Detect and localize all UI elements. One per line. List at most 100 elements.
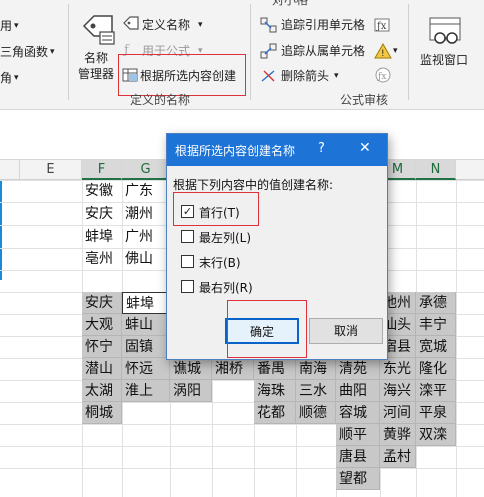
cell-G10[interactable]: 淮上 (122, 380, 170, 402)
cell-G6-active[interactable]: 蚌埠 (122, 292, 170, 314)
checkbox-bottom-row[interactable] (181, 255, 194, 268)
cell-M10[interactable]: 海兴 (380, 380, 416, 402)
column-header-N[interactable]: N (416, 160, 456, 180)
cell-G1[interactable]: 广东 (122, 180, 170, 202)
cell-L14[interactable]: 望都 (336, 468, 380, 490)
cell-L11[interactable]: 容城 (336, 402, 380, 424)
group-label-defined-names: 定义的名称 (130, 93, 191, 107)
cell-G8[interactable]: 固镇 (122, 336, 170, 358)
watch-window-button[interactable]: 监视窗口 (420, 52, 468, 68)
cell-F10[interactable]: 太湖 (82, 380, 122, 402)
create-names-dialog: 根据所选内容创建名称 ? ✕ 根据下列内容中的值创建名称: ✓ 首行(T) 最左… (166, 133, 388, 360)
cell-N12[interactable]: 双滦 (416, 424, 456, 446)
selection-edge (0, 180, 2, 280)
cell-F6[interactable]: 安庆 (82, 292, 122, 314)
dropdown-arrow-icon: ▾ (14, 21, 19, 31)
ribbon-separator (250, 4, 251, 100)
cell-L9[interactable]: 清苑 (336, 358, 380, 380)
cell-H9[interactable]: 谯城 (170, 358, 212, 380)
name-manager-label-2[interactable]: 管理器 (78, 66, 114, 82)
trace-precedents-button[interactable]: 追踪引用单元格 (281, 17, 365, 33)
option-label-left-column[interactable]: 最左列(L) (199, 229, 251, 246)
cell-N8[interactable]: 宽城 (416, 336, 456, 358)
remove-arrows-icon (261, 70, 275, 82)
cell-J11[interactable]: 花都 (254, 402, 296, 424)
cell-N9[interactable]: 隆化 (416, 358, 456, 380)
cell-F7[interactable]: 大观 (82, 314, 122, 336)
dialog-title-bar[interactable]: 根据所选内容创建名称 ? ✕ (167, 134, 387, 166)
cell-K11[interactable]: 顺德 (296, 402, 336, 424)
cell-M12[interactable]: 黄骅 (380, 424, 416, 446)
tag-icon (123, 16, 139, 30)
svg-text:!: ! (381, 49, 385, 59)
gridline (0, 468, 484, 469)
cell-F1[interactable]: 安徽 (82, 180, 122, 202)
trace-precedents-icon (260, 17, 277, 33)
cell-K10[interactable]: 三水 (296, 380, 336, 402)
cell-F3[interactable]: 蚌埠 (82, 226, 122, 248)
show-formulas-icon[interactable]: ƒx (374, 17, 392, 33)
cell-F2[interactable]: 安庆 (82, 203, 122, 225)
help-button[interactable]: ? (318, 141, 325, 156)
cell-G4[interactable]: 佛山 (122, 248, 170, 270)
cell-N11[interactable]: 平泉 (416, 402, 456, 424)
cell-M13[interactable]: 孟村 (380, 446, 416, 468)
name-manager-label-1[interactable]: 名称 (84, 50, 108, 66)
ribbon-fragment-3[interactable]: 角 (0, 70, 12, 86)
ribbon-separator (68, 4, 69, 100)
cell-N10[interactable]: 滦平 (416, 380, 456, 402)
column-header-D[interactable] (0, 160, 20, 180)
cell-M9[interactable]: 东光 (380, 358, 416, 380)
cell-G3[interactable]: 广州 (122, 226, 170, 248)
cell-F4[interactable]: 亳州 (82, 248, 122, 270)
ribbon-clipped-top-label: 对小格 (272, 0, 309, 7)
error-checking-icon[interactable]: ! (374, 43, 392, 59)
dropdown-arrow-icon: ▾ (198, 20, 203, 30)
cell-K9[interactable]: 南海 (296, 358, 336, 380)
watch-window-icon[interactable] (428, 16, 464, 48)
cell-M11[interactable]: 河间 (380, 402, 416, 424)
gridline (456, 180, 457, 497)
remove-arrows-button[interactable]: 删除箭头 (281, 68, 329, 84)
ribbon-separator (408, 4, 409, 100)
highlight-ok-button (227, 300, 307, 358)
checkbox-left-column[interactable] (181, 230, 194, 243)
cancel-button[interactable]: 取消 (309, 318, 383, 344)
svg-text:ƒx: ƒx (376, 21, 387, 32)
dropdown-arrow-icon: ▾ (14, 73, 19, 83)
cell-F11[interactable]: 桐城 (82, 402, 122, 424)
column-header-F[interactable]: F (82, 160, 122, 180)
evaluate-formula-icon[interactable]: ƒx (374, 67, 392, 83)
group-label-formula-auditing: 公式审核 (340, 93, 389, 107)
cell-L12[interactable]: 顺平 (336, 424, 380, 446)
close-icon[interactable]: ✕ (359, 140, 371, 156)
cell-L10[interactable]: 曲阳 (336, 380, 380, 402)
option-label-right-column[interactable]: 最右列(R) (199, 279, 253, 296)
cell-I9[interactable]: 湘桥 (212, 358, 254, 380)
cell-G7[interactable]: 蚌山 (122, 314, 170, 336)
column-header-E[interactable]: E (20, 160, 82, 180)
cell-J10[interactable]: 海珠 (254, 380, 296, 402)
cell-F9[interactable]: 潜山 (82, 358, 122, 380)
cell-L13[interactable]: 唐县 (336, 446, 380, 468)
ribbon-fragment-2[interactable]: 三角函数 (0, 44, 48, 60)
cell-J9[interactable]: 番禺 (254, 358, 296, 380)
cell-N7[interactable]: 丰宁 (416, 314, 456, 336)
checkbox-right-column[interactable] (181, 280, 194, 293)
dialog-prompt: 根据下列内容中的值创建名称: (173, 178, 334, 192)
cell-F8[interactable]: 怀宁 (82, 336, 122, 358)
cell-G2[interactable]: 潮州 (122, 203, 170, 225)
ribbon-fragment-1[interactable]: 用 (0, 18, 12, 34)
cell-N6[interactable]: 承德 (416, 292, 456, 314)
trace-dependents-button[interactable]: 追踪从属单元格 (281, 43, 365, 59)
cell-H10[interactable]: 涡阳 (170, 380, 212, 402)
trace-dependents-icon (260, 43, 277, 59)
dropdown-arrow-icon: ▾ (393, 46, 398, 56)
column-header-G[interactable]: G (122, 160, 170, 180)
define-name-button[interactable]: 定义名称 (142, 17, 190, 33)
option-label-bottom-row[interactable]: 末行(B) (199, 254, 241, 271)
name-manager-icon[interactable] (80, 12, 116, 46)
dropdown-arrow-icon: ▾ (50, 47, 55, 57)
highlight-create-from-selection (118, 54, 246, 96)
cell-G9[interactable]: 怀远 (122, 358, 170, 380)
